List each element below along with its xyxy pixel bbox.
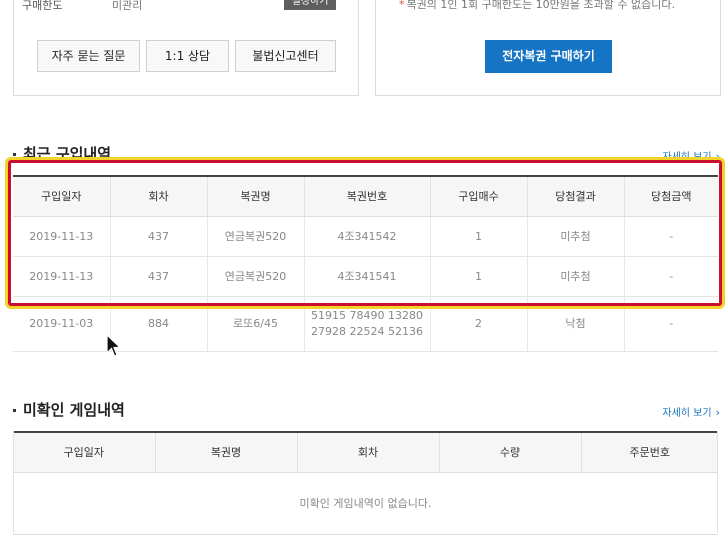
faq-button[interactable]: 자주 묻는 질문: [37, 40, 140, 72]
purchase-limit-label: 구매한도: [22, 0, 63, 12]
heading-bullet: [13, 409, 16, 412]
cell-qty: 2: [429, 296, 527, 352]
col-header-name: 복권명: [206, 176, 304, 217]
table-row[interactable]: 2019-11-13 437 연금복권520 4조341542 1 미추첨 -: [13, 216, 718, 257]
cell-name: 로또6/45: [206, 296, 304, 352]
cell-number: 4조341542: [303, 216, 430, 257]
cell-round: 884: [109, 296, 207, 352]
unconfirmed-more-label: 자세히 보기: [662, 408, 712, 419]
chevron-right-icon: ›: [715, 406, 720, 419]
one-on-one-button[interactable]: 1:1 상담: [146, 40, 229, 72]
cell-number: 4조341541: [303, 256, 430, 297]
cell-name: 연금복권520: [206, 216, 304, 257]
table-header-row: 구입일자 회차 복권명 복권번호 구입매수 당첨결과 당첨금액: [13, 176, 718, 217]
col-header-result: 당첨결과: [526, 176, 624, 217]
recent-purchases-title: 최근 구입내역: [23, 145, 112, 163]
cell-number-line2: 27928 22524 52136: [311, 324, 423, 338]
cell-amount: -: [623, 256, 718, 297]
limit-setting-button[interactable]: 설정하기: [284, 0, 336, 10]
table-row[interactable]: 2019-11-13 437 연금복권520 4조341541 1 미추첨 -: [13, 256, 718, 297]
col-header-round: 회차: [109, 176, 207, 217]
cell-round: 437: [109, 256, 207, 297]
col-header-date: 구입일자: [13, 176, 110, 217]
col-header-order-number: 주문번호: [580, 432, 718, 473]
chevron-right-icon: ›: [715, 150, 720, 163]
cell-date: 2019-11-13: [13, 216, 110, 257]
unconfirmed-games-title: 미확인 게임내역: [23, 401, 125, 419]
cell-number-line1: 51915 78490 13280: [311, 308, 423, 322]
recent-purchases-heading: 최근 구입내역: [13, 143, 111, 164]
cell-amount: -: [623, 296, 718, 352]
cell-number: 51915 78490 13280 27928 22524 52136: [303, 296, 430, 352]
empty-message: 미확인 게임내역이 없습니다.: [13, 472, 718, 535]
col-header-number: 복권번호: [303, 176, 430, 217]
unconfirmed-more-link[interactable]: 자세히 보기 ›: [662, 404, 720, 419]
unconfirmed-games-heading: 미확인 게임내역: [13, 399, 125, 420]
col-header-date: 구입일자: [13, 432, 155, 473]
purchase-limit-row: 구매한도 미관리 설정하기: [22, 0, 336, 13]
recent-more-label: 자세히 보기: [662, 152, 712, 163]
report-center-button[interactable]: 불법신고센터: [235, 40, 336, 72]
col-header-qty: 구입매수: [429, 176, 527, 217]
cell-name: 연금복권520: [206, 256, 304, 297]
buy-electronic-lottery-button[interactable]: 전자복권 구매하기: [485, 40, 612, 73]
cell-result: 미추첨: [526, 216, 624, 257]
purchase-limit-value: 미관리: [112, 0, 143, 12]
cell-result: 낙첨: [526, 296, 624, 352]
notice-star: *: [399, 0, 405, 11]
cell-result: 미추첨: [526, 256, 624, 297]
cell-qty: 1: [429, 216, 527, 257]
mouse-cursor-icon: [106, 334, 122, 357]
recent-more-link[interactable]: 자세히 보기 ›: [662, 148, 720, 163]
purchase-notice: * 복권의 1인 1회 구매한도는 10만원을 초과할 수 없습니다.: [399, 0, 675, 12]
cell-round: 437: [109, 216, 207, 257]
unconfirmed-games-table: 구입일자 복권명 회차 수량 주문번호 미확인 게임내역이 없습니다.: [13, 431, 718, 535]
col-header-amount: 당첨금액: [623, 176, 718, 217]
table-header-row: 구입일자 복권명 회차 수량 주문번호: [13, 432, 718, 473]
heading-bullet: [13, 153, 16, 156]
notice-text: 복권의 1인 1회 구매한도는 10만원을 초과할 수 없습니다.: [406, 0, 676, 11]
table-row: 미확인 게임내역이 없습니다.: [13, 472, 718, 535]
col-header-qty: 수량: [438, 432, 581, 473]
col-header-round: 회차: [296, 432, 439, 473]
recent-purchases-table: 구입일자 회차 복권명 복권번호 구입매수 당첨결과 당첨금액 2019-11-…: [13, 175, 718, 352]
cell-date: 2019-11-13: [13, 256, 110, 297]
cell-date: 2019-11-03: [13, 296, 110, 352]
col-header-name: 복권명: [154, 432, 297, 473]
cell-amount: -: [623, 216, 718, 257]
cell-qty: 1: [429, 256, 527, 297]
